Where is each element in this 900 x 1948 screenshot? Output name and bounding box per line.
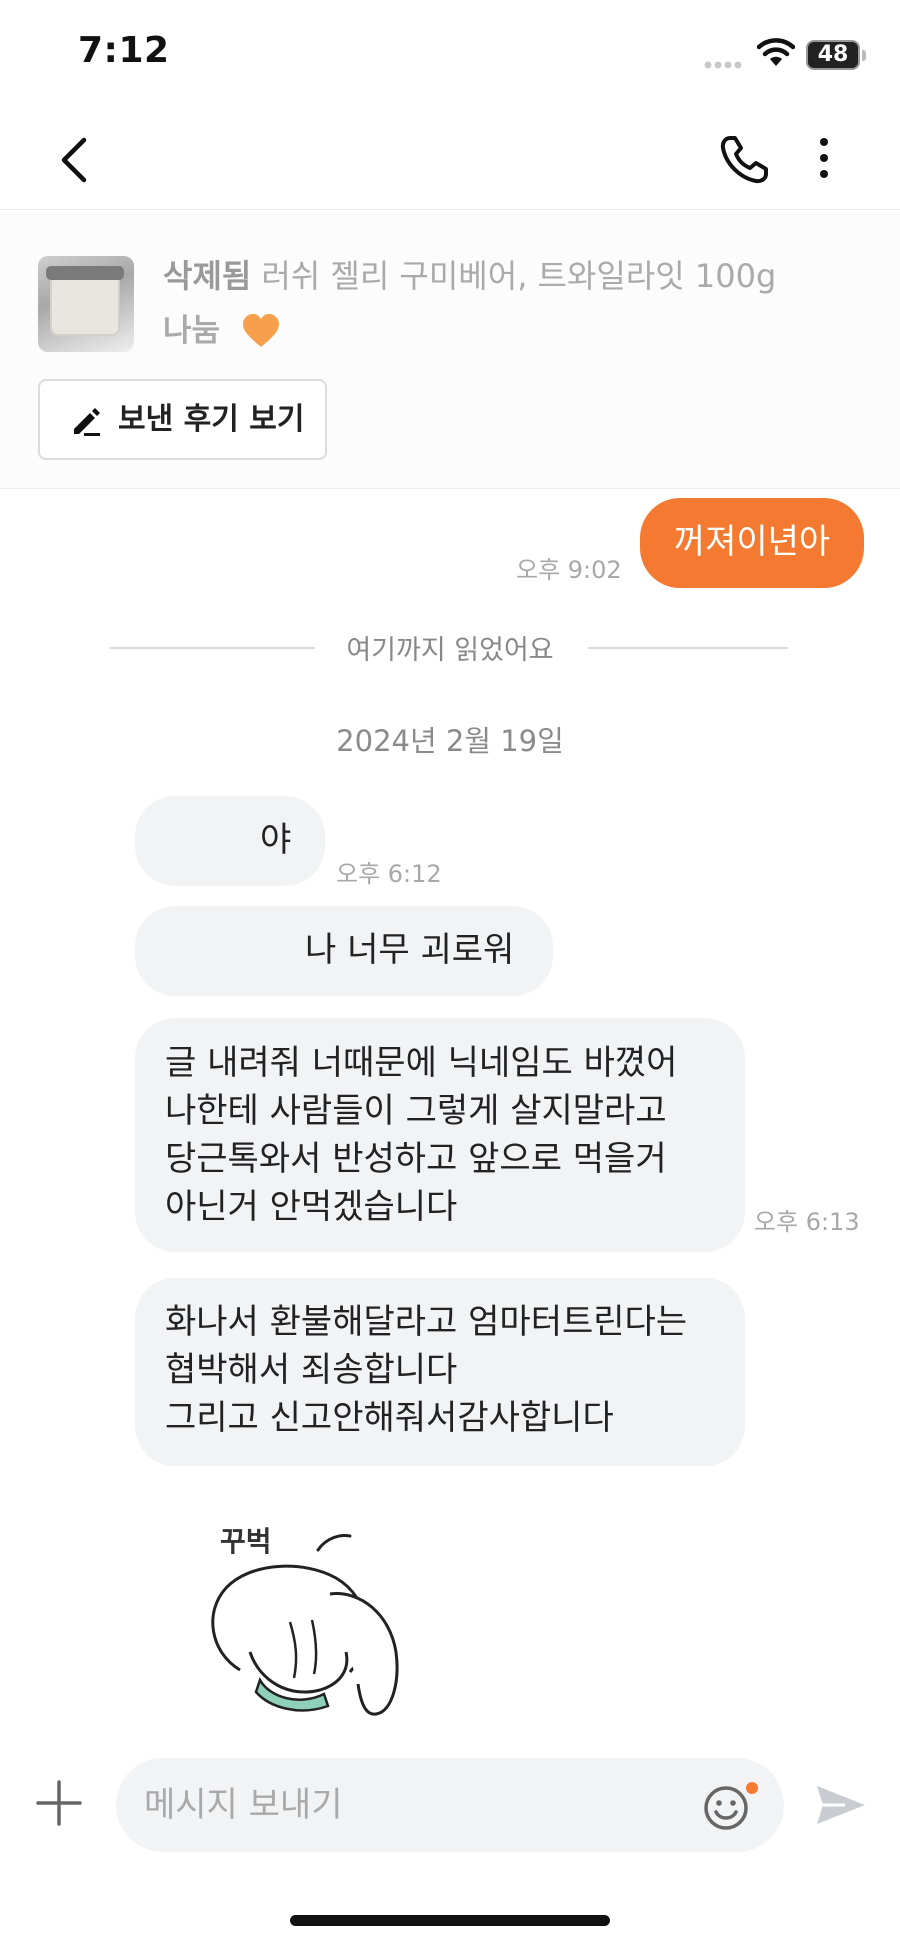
message-input-wrapper (116, 1758, 784, 1852)
chat-messages[interactable]: 오후 9:02 꺼져이년아 여기까지 읽었어요 2024년 2월 19일 야 오… (0, 490, 900, 1740)
status-bar: 7:12 48 (0, 0, 900, 110)
incoming-message-bubble[interactable]: 글 내려줘 너때문에 닉네임도 바꼈어 나한테 사람들이 그렇게 살지말라고 당… (135, 1018, 745, 1252)
product-thumbnail[interactable] (38, 256, 134, 352)
battery-level: 48 (817, 42, 849, 67)
message-line: 화나서 환불해달라고 엄마터트린다는 (165, 1302, 688, 1342)
chevron-left-icon[interactable] (50, 132, 100, 188)
emoji-icon[interactable] (702, 1784, 750, 1832)
date-separator: 2024년 2월 19일 (336, 724, 564, 758)
pencil-icon (74, 408, 100, 436)
send-icon[interactable] (815, 1782, 867, 1828)
plus-icon[interactable] (34, 1778, 84, 1828)
message-line: 아닌거 안먹겠습니다 (165, 1187, 458, 1227)
heart-icon (242, 314, 279, 347)
signal-icon (704, 61, 742, 69)
bowing-character-icon (211, 1534, 399, 1716)
home-indicator (290, 1915, 610, 1926)
view-sent-review-button[interactable]: 보낸 후기 보기 (38, 379, 327, 460)
incoming-message-bubble[interactable]: 나 너무 괴로워 (135, 906, 553, 996)
incoming-message-bubble[interactable]: 화나서 환불해달라고 엄마터트린다는 협박해서 죄송합니다 그리고 신고안해줘서… (135, 1278, 745, 1466)
message-line: 당근톡와서 반성하고 앞으로 먹을거 (165, 1139, 667, 1179)
more-vertical-icon[interactable] (812, 136, 836, 184)
battery-icon: 48 (806, 40, 866, 70)
status-time: 7:12 (78, 30, 170, 71)
message-line: 나한테 사람들이 그렇게 살지말라고 (165, 1091, 667, 1131)
read-divider-right (588, 647, 788, 649)
message-time: 오후 9:02 (516, 556, 622, 584)
read-marker-text: 여기까지 읽었어요 (346, 635, 554, 666)
product-card[interactable]: 삭제됨 러쉬 젤리 구미베어, 트와일라잇 100g 나눔 보낸 후기 보기 (0, 211, 900, 489)
message-composer (0, 1740, 900, 1870)
wifi-icon (757, 38, 795, 66)
product-title-row: 삭제됨 러쉬 젤리 구미베어, 트와일라잇 100g (163, 251, 776, 297)
outgoing-message-bubble[interactable]: 꺼져이년아 (640, 498, 864, 588)
product-price-row: 나눔 (163, 305, 281, 350)
message-time: 오후 6:12 (336, 860, 442, 888)
message-line: 그리고 신고안해줘서감사합니다 (165, 1398, 614, 1438)
incoming-message-bubble[interactable]: 야 (135, 796, 325, 886)
product-price: 나눔 (163, 313, 221, 349)
nav-bar (0, 110, 900, 210)
message-time: 오후 6:13 (754, 1208, 860, 1236)
notification-dot (746, 1782, 758, 1794)
phone-icon[interactable] (716, 132, 772, 188)
message-line: 글 내려줘 너때문에 닉네임도 바꼈어 (165, 1043, 678, 1083)
review-button-label: 보낸 후기 보기 (118, 402, 305, 437)
bowing-sticker[interactable]: 꾸벅 (200, 1502, 420, 1740)
product-name: 러쉬 젤리 구미베어, 트와일라잇 100g (261, 257, 777, 295)
product-status-badge: 삭제됨 (163, 257, 252, 295)
message-line: 협박해서 죄송합니다 (165, 1350, 458, 1390)
message-input[interactable] (144, 1758, 664, 1852)
